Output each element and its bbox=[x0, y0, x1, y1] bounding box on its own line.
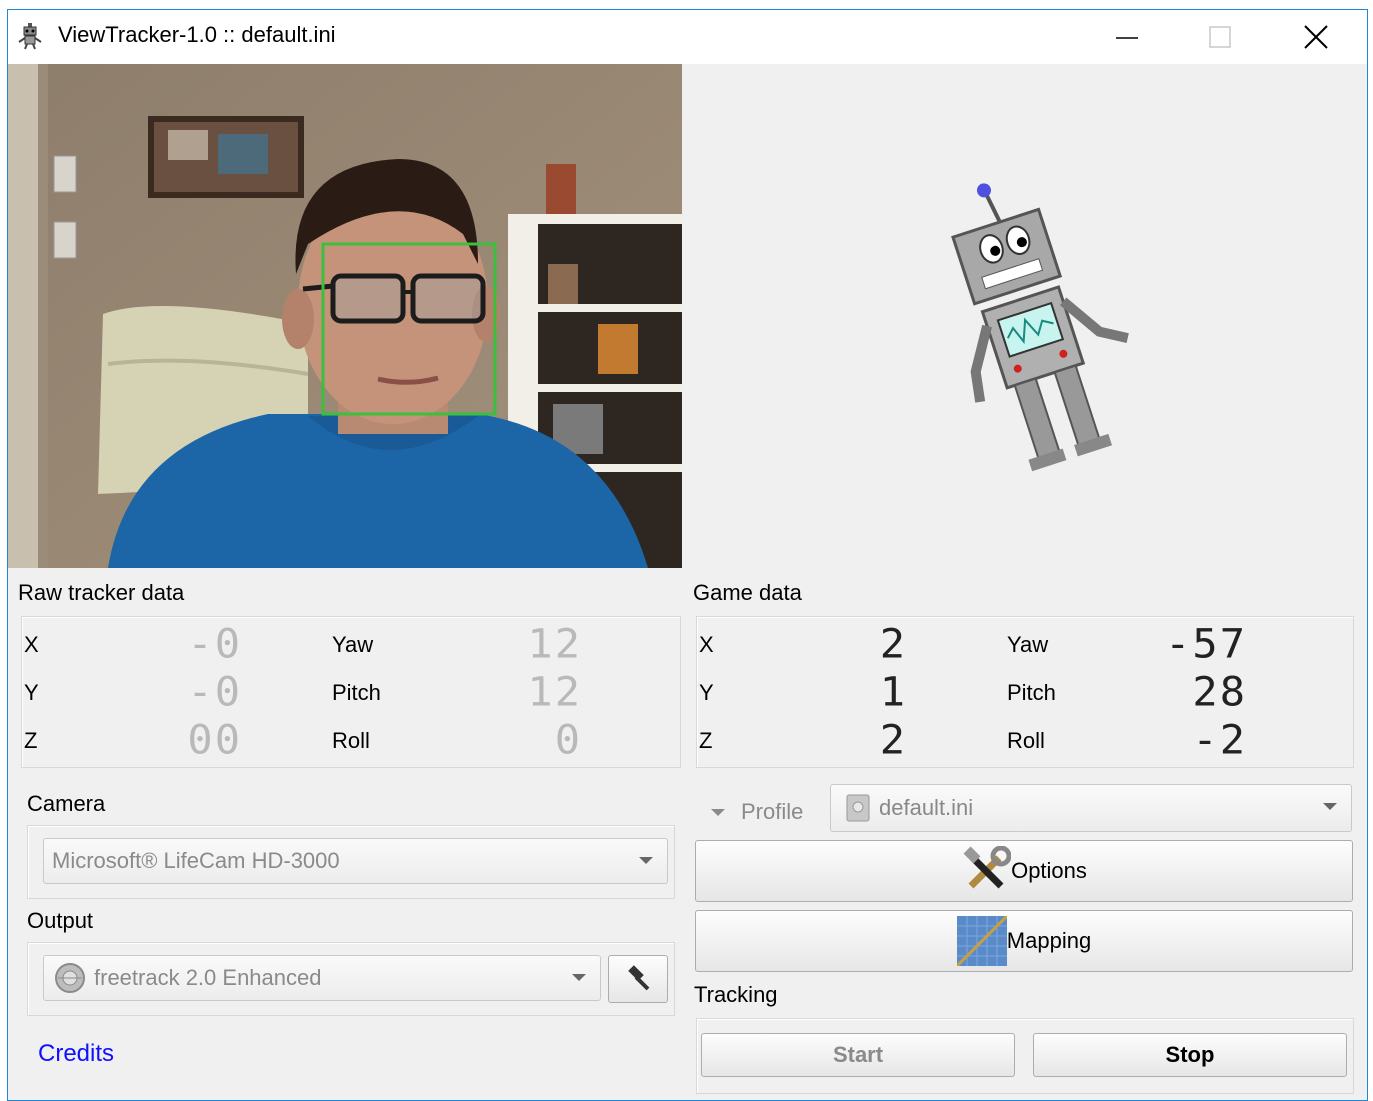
profile-menu[interactable]: Profile bbox=[711, 796, 831, 828]
profile-select[interactable]: default.ini bbox=[830, 784, 1352, 832]
window-title: ViewTracker-1.0 :: default.ini bbox=[58, 22, 336, 47]
raw-y-value: -0 bbox=[187, 668, 242, 715]
robot-icon bbox=[18, 23, 42, 50]
close-icon bbox=[1304, 25, 1328, 49]
maximize-icon bbox=[1209, 26, 1231, 48]
raw-x-label: X bbox=[24, 632, 39, 657]
minimize-icon bbox=[1116, 37, 1138, 39]
robot-pose-icon bbox=[951, 183, 1129, 472]
start-button[interactable]: Start bbox=[701, 1033, 1015, 1077]
raw-pitch-value: 12 bbox=[527, 668, 582, 715]
camera-selected-value: Microsoft® LifeCam HD-3000 bbox=[52, 848, 340, 873]
camera-label: Camera bbox=[27, 791, 106, 816]
pose-preview bbox=[683, 64, 1367, 568]
chevron-down-icon bbox=[639, 857, 653, 864]
output-select[interactable]: freetrack 2.0 Enhanced bbox=[43, 955, 601, 1001]
raw-yaw-value: 12 bbox=[527, 620, 582, 667]
maximize-button[interactable] bbox=[1174, 10, 1266, 64]
raw-yaw-label: Yaw bbox=[332, 632, 374, 657]
close-button[interactable] bbox=[1270, 10, 1362, 64]
output-settings-button[interactable] bbox=[608, 955, 668, 1003]
game-y-value: 1 bbox=[879, 668, 907, 715]
tracking-label: Tracking bbox=[694, 982, 778, 1007]
output-selected-value: freetrack 2.0 Enhanced bbox=[94, 965, 322, 990]
raw-roll-label: Roll bbox=[332, 728, 370, 753]
game-z-value: 2 bbox=[879, 716, 907, 763]
camera-select[interactable]: Microsoft® LifeCam HD-3000 bbox=[43, 838, 668, 884]
options-button[interactable]: Options bbox=[695, 840, 1353, 902]
options-label: Options bbox=[1011, 858, 1087, 883]
game-pitch-label: Pitch bbox=[1007, 680, 1056, 705]
output-label: Output bbox=[27, 908, 94, 933]
stop-button[interactable]: Stop bbox=[1033, 1033, 1347, 1077]
raw-tracker-panel: X Y Z -0 -0 00 Yaw Pitch Roll 12 12 0 bbox=[21, 616, 681, 768]
game-roll-value: -2 bbox=[1192, 716, 1247, 763]
webcam-image bbox=[8, 64, 682, 568]
game-pitch-value: 28 bbox=[1192, 668, 1247, 715]
game-x-value: 2 bbox=[879, 620, 907, 667]
game-roll-label: Roll bbox=[1007, 728, 1045, 753]
raw-z-value: 00 bbox=[187, 716, 242, 763]
minimize-button[interactable] bbox=[1081, 10, 1173, 64]
mapping-button[interactable]: Mapping bbox=[695, 910, 1353, 972]
title-bar: ViewTracker-1.0 :: default.ini bbox=[8, 10, 1367, 64]
profile-label: Profile bbox=[741, 799, 804, 824]
chevron-down-icon bbox=[711, 808, 725, 816]
game-x-label: X bbox=[699, 632, 714, 657]
raw-roll-value: 0 bbox=[554, 716, 582, 763]
game-z-label: Z bbox=[699, 728, 713, 753]
file-icon bbox=[846, 794, 870, 822]
raw-y-label: Y bbox=[24, 680, 39, 705]
tools-icon bbox=[963, 846, 1012, 889]
chevron-down-icon bbox=[1323, 803, 1337, 810]
raw-x-value: -0 bbox=[187, 620, 242, 667]
raw-tracker-title: Raw tracker data bbox=[18, 580, 185, 605]
game-data-panel: X Y Z 2 1 2 Yaw Pitch Roll -57 28 -2 bbox=[696, 616, 1354, 768]
game-yaw-value: -57 bbox=[1165, 620, 1247, 667]
game-y-label: Y bbox=[699, 680, 714, 705]
credits-link[interactable]: Credits bbox=[38, 1040, 114, 1068]
freetrack-icon bbox=[55, 963, 85, 993]
raw-pitch-label: Pitch bbox=[332, 680, 381, 705]
app-window: ViewTracker-1.0 :: default.ini Raw track… bbox=[7, 9, 1368, 1101]
curve-mapping-icon bbox=[956, 916, 1007, 966]
mapping-label: Mapping bbox=[1006, 928, 1092, 953]
camera-preview bbox=[8, 64, 682, 568]
raw-z-label: Z bbox=[24, 728, 38, 753]
game-data-title: Game data bbox=[693, 580, 802, 605]
game-yaw-label: Yaw bbox=[1007, 632, 1049, 657]
hammer-icon bbox=[628, 965, 650, 991]
profile-selected-value: default.ini bbox=[879, 795, 974, 820]
chevron-down-icon bbox=[572, 974, 586, 981]
